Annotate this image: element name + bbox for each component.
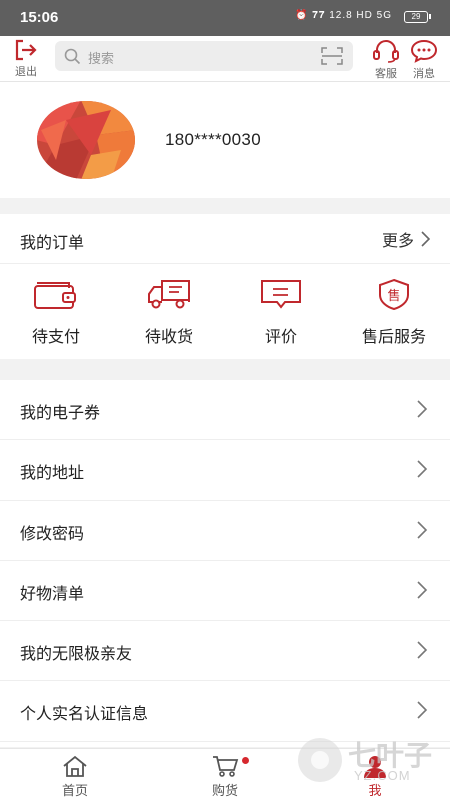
menu-item-label: 我的电子券 — [20, 403, 101, 422]
battery-icon: 29 — [404, 11, 431, 23]
chevron-right-icon — [417, 581, 428, 599]
cart-badge — [242, 757, 249, 764]
headset-icon — [373, 40, 399, 63]
menu-item-wishlist[interactable]: 好物清单 — [0, 561, 450, 622]
after-sales-shield-icon: 售 — [379, 278, 409, 310]
search-bar[interactable]: 搜索 — [55, 41, 353, 71]
order-after-sales[interactable]: 售 售后服务 — [338, 278, 450, 347]
orders-more-link[interactable]: 更多 — [382, 227, 430, 251]
delivery-truck-icon — [148, 280, 190, 309]
chevron-right-icon — [421, 231, 430, 247]
menu-list: 我的电子券 我的地址 修改密码 好物清单 我的无限极亲友 个人实名认证信息 — [0, 380, 450, 747]
chevron-right-icon — [417, 400, 428, 418]
menu-item-label: 修改密码 — [20, 523, 85, 543]
avatar[interactable] — [36, 100, 136, 180]
menu-item-label: 我的无限极亲友 — [20, 644, 133, 664]
orders-header[interactable]: 我的订单 更多 — [0, 214, 450, 264]
order-item-label: 待收货 — [144, 327, 193, 346]
comment-icon — [261, 280, 301, 309]
search-icon — [64, 48, 81, 65]
menu-item-coupons[interactable]: 我的电子券 — [0, 380, 450, 441]
home-icon — [63, 755, 87, 777]
messages-button[interactable]: 消息 — [404, 39, 444, 81]
order-pending-delivery[interactable]: 待收货 — [113, 278, 225, 347]
watermark-logo — [298, 738, 342, 782]
menu-item-label: 好物清单 — [20, 583, 85, 603]
cart-icon — [213, 756, 239, 777]
order-review[interactable]: 评价 — [225, 278, 337, 347]
tab-home-label: 首页 — [61, 784, 88, 799]
logout-icon — [15, 39, 37, 61]
order-pending-payment[interactable]: 待支付 — [0, 278, 112, 347]
menu-item-change-password[interactable]: 修改密码 — [0, 501, 450, 561]
status-indicators: ⏰ 𝟕𝟕 12.8 HD 5G — [295, 10, 392, 21]
wallet-icon — [34, 282, 76, 309]
watermark-sub: YZ.COM — [354, 768, 411, 783]
menu-item-label: 我的地址 — [20, 463, 85, 483]
tab-home[interactable]: 首页 — [35, 754, 115, 799]
menu-item-friends[interactable]: 我的无限极亲友 — [0, 621, 450, 682]
profile-card: 180****0030 — [0, 82, 450, 198]
messages-label: 消息 — [413, 67, 435, 80]
tab-shop-label: 购货 — [211, 784, 238, 799]
watermark: 七叶子 YZ.COM — [294, 732, 440, 790]
logout-label: 退出 — [15, 65, 37, 78]
orders-section: 我的订单 更多 待支付 待收货 评价 售 售后服务 — [0, 214, 450, 359]
menu-item-label: 个人实名认证信息 — [20, 704, 149, 724]
chevron-right-icon — [417, 460, 428, 478]
order-item-label: 售后服务 — [361, 327, 426, 346]
search-placeholder: 搜索 — [88, 52, 115, 67]
menu-item-address[interactable]: 我的地址 — [0, 440, 450, 501]
orders-more-label: 更多 — [381, 231, 414, 250]
chevron-right-icon — [417, 641, 428, 659]
chevron-right-icon — [417, 701, 428, 720]
status-bar: 15:06 ⏰ 𝟕𝟕 12.8 HD 5G 29 — [0, 0, 450, 36]
orders-title: 我的订单 — [20, 233, 85, 252]
chat-bubble-icon — [410, 39, 438, 63]
customer-service-label: 客服 — [375, 67, 397, 80]
customer-service-button[interactable]: 客服 — [366, 39, 406, 81]
chevron-right-icon — [417, 521, 428, 539]
order-item-label: 评价 — [264, 327, 297, 346]
user-phone: 180****0030 — [165, 130, 261, 149]
scan-icon[interactable] — [321, 47, 343, 65]
tab-shop[interactable]: 购货 — [185, 754, 265, 799]
top-bar: 退出 搜索 客服 消息 — [0, 36, 450, 82]
logout-button[interactable]: 退出 — [6, 39, 46, 79]
status-time: 15:06 — [20, 9, 59, 26]
svg-text:售: 售 — [387, 288, 400, 304]
order-item-label: 待支付 — [31, 327, 80, 346]
